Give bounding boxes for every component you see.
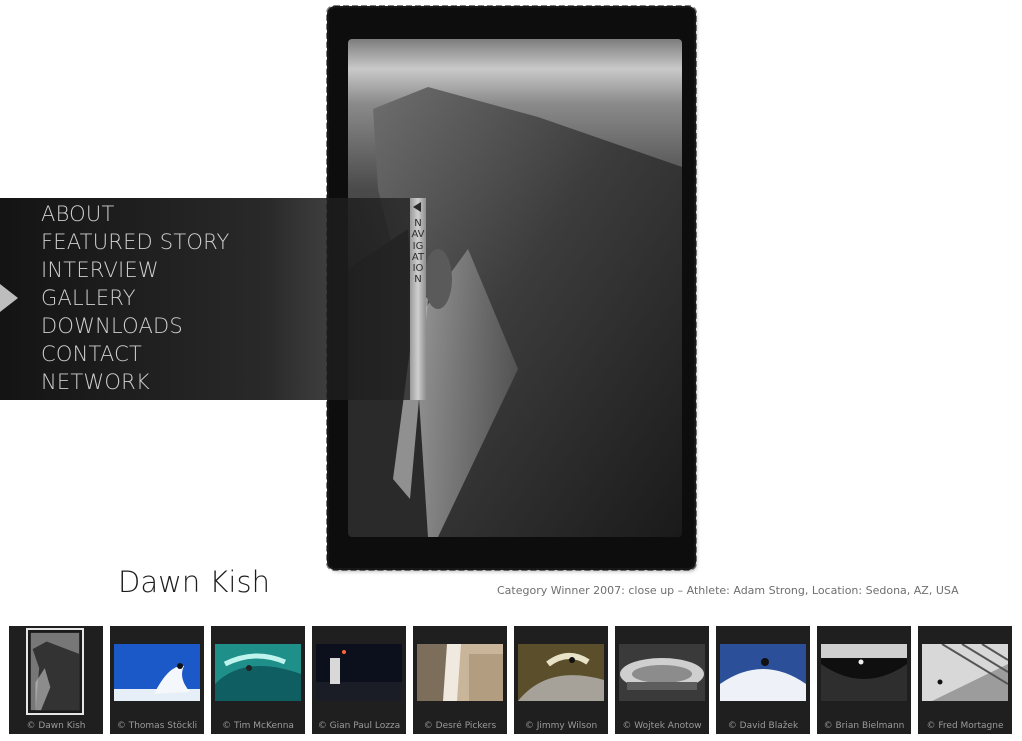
thumbnail-credit: © Gian Paul Lozza	[317, 721, 401, 731]
thumbnail-fred-mortagne[interactable]: © Fred Mortagne	[918, 626, 1012, 734]
thumbnail-david-blazek[interactable]: © David Blažek	[716, 626, 810, 734]
thumbnail-image	[26, 628, 84, 715]
thumbnail-brian-bielmann[interactable]: © Brian Bielmann	[817, 626, 911, 734]
thumbnail-tim-mckenna[interactable]: © Tim McKenna	[211, 626, 305, 734]
nav-item-gallery[interactable]: GALLERY	[41, 284, 230, 312]
thumbnail-jimmy-wilson[interactable]: © Jimmy Wilson	[514, 626, 608, 734]
nav-item-interview[interactable]: INTERVIEW	[41, 256, 230, 284]
photographer-name: Dawn Kish	[118, 565, 270, 599]
thumbnail-dawn-kish[interactable]: © Dawn Kish	[9, 626, 103, 734]
thumbnail-credit: © Thomas Stöckli	[116, 721, 198, 731]
thumbnail-image	[720, 644, 806, 701]
thumbnail-desre-pickers[interactable]: © Desré Pickers	[413, 626, 507, 734]
collapse-arrow-icon	[413, 202, 421, 212]
thumbnail-credit: © Desré Pickers	[423, 721, 497, 731]
thumbnail-image	[316, 644, 402, 701]
nav-item-featured-story[interactable]: FEATURED STORY	[41, 228, 230, 256]
thumbnail-credit: © Jimmy Wilson	[524, 721, 598, 731]
thumbnail-credit: © Wojtek Anotow	[622, 721, 702, 731]
thumbnail-image	[821, 644, 907, 701]
thumbnail-credit: © Tim McKenna	[222, 721, 294, 731]
thumbnail-credit: © Dawn Kish	[26, 721, 86, 731]
thumbnail-credit: © Brian Bielmann	[823, 721, 905, 731]
navigation-tab-label: NAVIGATION	[411, 218, 425, 286]
thumbnail-image	[215, 644, 301, 701]
thumbnail-image	[619, 644, 705, 701]
nav-item-network[interactable]: NETWORK	[41, 368, 230, 396]
thumbnail-image	[417, 644, 503, 701]
thumbnail-image	[518, 644, 604, 701]
thumbnail-credit: © Fred Mortagne	[926, 721, 1004, 731]
navigation-menu: ABOUT FEATURED STORY INTERVIEW GALLERY D…	[41, 200, 230, 396]
thumbnail-gian-paul-lozza[interactable]: © Gian Paul Lozza	[312, 626, 406, 734]
active-item-arrow-icon	[0, 284, 18, 312]
navigation-toggle-tab[interactable]: NAVIGATION	[410, 198, 426, 400]
nav-item-about[interactable]: ABOUT	[41, 200, 230, 228]
thumbnail-thomas-stockli[interactable]: © Thomas Stöckli	[110, 626, 204, 734]
thumbnail-image	[922, 644, 1008, 701]
nav-item-contact[interactable]: CONTACT	[41, 340, 230, 368]
thumbnail-wojtek-anotow[interactable]: © Wojtek Anotow	[615, 626, 709, 734]
photo-caption: Category Winner 2007: close up – Athlete…	[497, 584, 959, 597]
thumbnail-image	[114, 644, 200, 701]
nav-item-downloads[interactable]: DOWNLOADS	[41, 312, 230, 340]
thumbnail-credit: © David Blažek	[727, 721, 799, 731]
